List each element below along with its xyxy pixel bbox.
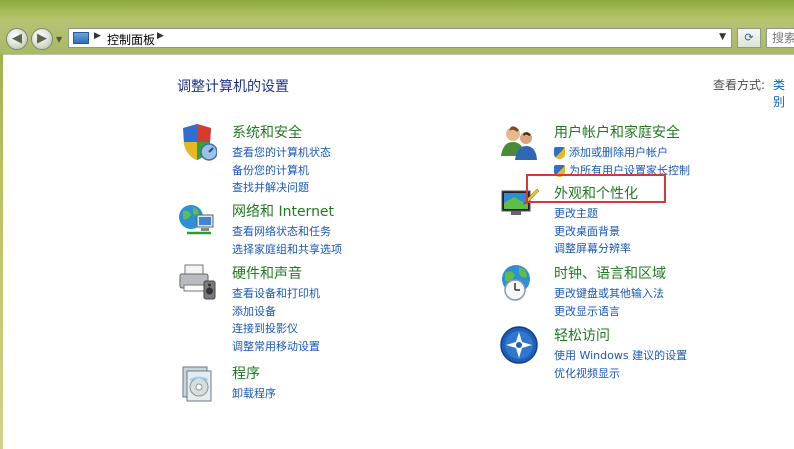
link-change-desktop-background[interactable]: 更改桌面背景	[554, 223, 631, 241]
category-title[interactable]: 程序	[232, 363, 260, 383]
category-programs: 程序 卸载程序	[177, 363, 417, 413]
breadcrumb-separator-icon[interactable]: ▶	[157, 31, 164, 41]
refresh-button[interactable]: ⟳	[737, 28, 761, 48]
link-troubleshoot[interactable]: 查找并解决问题	[232, 179, 331, 197]
link-optimize-video-display[interactable]: 优化视频显示	[554, 365, 687, 383]
link-change-keyboard-input[interactable]: 更改键盘或其他输入法	[554, 285, 664, 303]
breadcrumb-control-panel[interactable]: 控制面板	[107, 31, 155, 48]
control-panel-icon	[73, 32, 89, 44]
ease-of-access-icon[interactable]	[499, 325, 539, 365]
link-add-remove-users[interactable]: 添加或删除用户帐户	[554, 144, 690, 162]
category-title[interactable]: 网络和 Internet	[232, 201, 334, 221]
user-accounts-icon[interactable]	[499, 122, 539, 162]
link-change-display-language[interactable]: 更改显示语言	[554, 303, 664, 321]
category-hardware-sound: 硬件和声音 查看设备和打印机 添加设备 连接到投影仪 调整常用移动设置	[177, 263, 417, 353]
link-homegroup-sharing[interactable]: 选择家庭组和共享选项	[232, 241, 342, 259]
category-title[interactable]: 系统和安全	[232, 122, 302, 142]
refresh-icon: ⟳	[744, 31, 754, 44]
category-network-internet: 网络和 Internet 查看网络状态和任务 选择家庭组和共享选项	[177, 201, 417, 256]
page-title: 调整计算机的设置	[177, 79, 289, 95]
uac-shield-icon	[554, 147, 565, 159]
link-change-theme[interactable]: 更改主题	[554, 205, 631, 223]
link-screen-resolution[interactable]: 调整屏幕分辨率	[554, 240, 631, 258]
category-title[interactable]: 轻松访问	[554, 325, 610, 345]
category-title[interactable]: 硬件和声音	[232, 263, 302, 283]
link-recommended-settings[interactable]: 使用 Windows 建议的设置	[554, 347, 687, 365]
window-titlebar	[0, 0, 794, 22]
category-user-accounts: 用户帐户和家庭安全 添加或删除用户帐户 为所有用户设置家长控制	[499, 122, 739, 177]
link-devices-printers[interactable]: 查看设备和打印机	[232, 285, 320, 303]
view-by-dropdown[interactable]: 类别	[773, 76, 794, 110]
link-text: 添加或删除用户帐户	[569, 146, 668, 159]
search-input[interactable]: 搜索	[766, 28, 794, 48]
network-internet-icon[interactable]	[177, 201, 217, 241]
system-security-icon[interactable]	[177, 122, 217, 162]
control-panel-content: 调整计算机的设置 查看方式: 类别 系统和安全 查看您的计算机状态 备份您的计算…	[3, 54, 794, 449]
programs-icon[interactable]	[177, 363, 217, 403]
breadcrumb-separator-icon[interactable]: ▶	[94, 31, 101, 41]
link-view-computer-status[interactable]: 查看您的计算机状态	[232, 144, 331, 162]
clock-language-region-icon[interactable]	[499, 263, 539, 303]
back-arrow-icon: ◀	[12, 31, 22, 46]
link-connect-projector[interactable]: 连接到投影仪	[232, 320, 320, 338]
forward-button[interactable]: ▶	[31, 28, 53, 50]
category-clock-language-region: 时钟、语言和区域 更改键盘或其他输入法 更改显示语言	[499, 263, 739, 318]
link-mobility-settings[interactable]: 调整常用移动设置	[232, 338, 320, 356]
address-dropdown-icon[interactable]: ▼	[719, 32, 726, 42]
category-ease-of-access: 轻松访问 使用 Windows 建议的设置 优化视频显示	[499, 325, 739, 380]
link-add-device[interactable]: 添加设备	[232, 303, 320, 321]
forward-arrow-icon: ▶	[37, 31, 47, 46]
recent-pages-dropdown-icon[interactable]: ▼	[56, 35, 62, 44]
highlight-annotation-box	[526, 174, 666, 203]
link-backup-computer[interactable]: 备份您的计算机	[232, 162, 331, 180]
category-system-security: 系统和安全 查看您的计算机状态 备份您的计算机 查找并解决问题	[177, 122, 417, 194]
category-title[interactable]: 用户帐户和家庭安全	[554, 122, 680, 142]
link-view-network-status[interactable]: 查看网络状态和任务	[232, 223, 342, 241]
view-by-label: 查看方式:	[713, 78, 766, 92]
link-uninstall-program[interactable]: 卸载程序	[232, 385, 276, 403]
back-button[interactable]: ◀	[6, 28, 28, 50]
category-title[interactable]: 时钟、语言和区域	[554, 263, 666, 283]
hardware-sound-icon[interactable]	[177, 263, 217, 303]
address-bar[interactable]: ▶ 控制面板 ▶ ▼	[68, 28, 732, 48]
